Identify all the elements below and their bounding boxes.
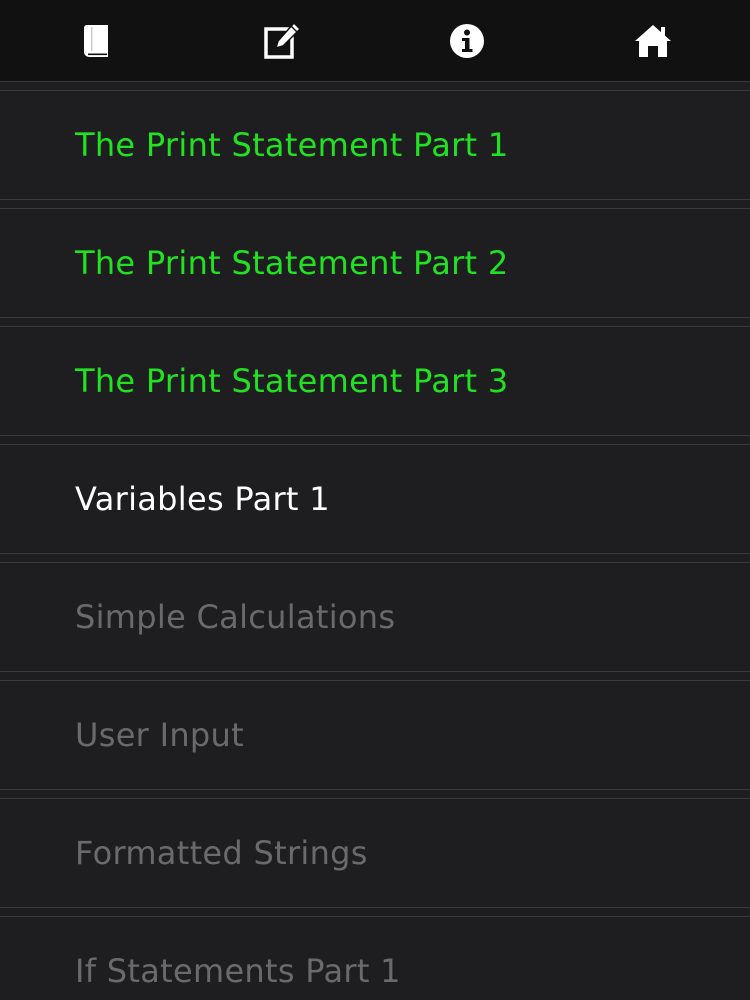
home-button[interactable]: [633, 20, 673, 62]
lesson-title: Formatted Strings: [75, 834, 368, 872]
info-icon: [449, 23, 485, 59]
lesson-title: The Print Statement Part 3: [75, 362, 509, 400]
lesson-title: If Statements Part 1: [75, 952, 401, 990]
lesson-row[interactable]: The Print Statement Part 3: [0, 326, 750, 436]
book-icon: [82, 23, 112, 59]
lesson-row[interactable]: User Input: [0, 680, 750, 790]
lesson-row[interactable]: The Print Statement Part 1: [0, 90, 750, 200]
lesson-title: Simple Calculations: [75, 598, 396, 636]
info-button[interactable]: [447, 20, 487, 62]
lesson-title: The Print Statement Part 2: [75, 244, 509, 282]
lessons-button[interactable]: [77, 20, 117, 62]
top-toolbar: [0, 0, 750, 82]
lesson-title: User Input: [75, 716, 244, 754]
home-icon: [634, 24, 672, 58]
lesson-list: The Print Statement Part 1 The Print Stat…: [0, 82, 750, 1000]
lesson-row[interactable]: Formatted Strings: [0, 798, 750, 908]
lesson-row[interactable]: Simple Calculations: [0, 562, 750, 672]
lesson-title: Variables Part 1: [75, 480, 330, 518]
editor-button[interactable]: [262, 20, 302, 62]
lesson-row[interactable]: The Print Statement Part 2: [0, 208, 750, 318]
lesson-row[interactable]: If Statements Part 1: [0, 916, 750, 1000]
edit-icon: [263, 22, 301, 60]
lesson-title: The Print Statement Part 1: [75, 126, 509, 164]
lesson-row[interactable]: Variables Part 1: [0, 444, 750, 554]
